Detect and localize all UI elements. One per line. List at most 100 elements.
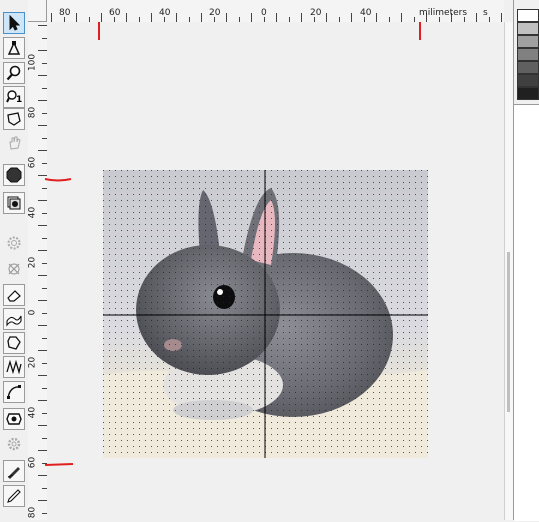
ruler-tick: [38, 475, 47, 476]
lasso-icon: [6, 335, 22, 351]
layers-tool-button[interactable]: [3, 192, 25, 214]
stamp-tool-button[interactable]: [3, 408, 25, 430]
left-ruler-label: 80: [27, 106, 38, 119]
ruler-tick: [38, 425, 47, 426]
octagon-icon: [6, 167, 22, 183]
left-ruler-label: 60: [27, 456, 38, 469]
color-palette: [513, 0, 539, 521]
ruler-tick: [38, 350, 47, 351]
ruler-tick: [276, 13, 277, 22]
bunny-photo[interactable]: [103, 170, 428, 458]
pencil-tool-button[interactable]: [3, 485, 25, 507]
polygon-select-tool-button[interactable]: [3, 108, 25, 130]
palette-panel: [514, 104, 539, 521]
toolbox: 1: [0, 0, 29, 520]
ruler-tick: [38, 275, 47, 276]
ruler-tick: [326, 13, 327, 22]
left-ruler-label: 20: [27, 356, 38, 369]
color-swatch[interactable]: [517, 87, 539, 100]
ruler-corner: [28, 0, 47, 22]
ribbon-icon: [6, 311, 22, 327]
magnifier-one-icon: 1: [6, 89, 22, 105]
ruler-tick: [38, 375, 47, 376]
guide-marker-top-right[interactable]: [417, 20, 423, 46]
ruler-tick: [38, 250, 47, 251]
color-swatch[interactable]: [517, 48, 539, 61]
top-ruler-label: 40: [360, 8, 372, 18]
color-swatch[interactable]: [517, 22, 539, 35]
left-ruler-label: 100: [27, 53, 38, 72]
shape-tool-button[interactable]: [3, 164, 25, 186]
scroll-thumb[interactable]: [507, 252, 510, 412]
ruler-tick: [301, 13, 302, 22]
top-ruler-label: 40: [159, 8, 171, 18]
ruler-tick: [151, 13, 152, 22]
drawing-canvas[interactable]: [47, 22, 504, 520]
transform-icon: [6, 261, 22, 277]
ribbon-tool-button[interactable]: [3, 308, 25, 330]
gear-outline-icon: [6, 235, 22, 251]
stacked-layers-icon: [6, 195, 22, 211]
left-ruler-label: 80: [27, 506, 38, 519]
ruler-tick: [76, 13, 77, 22]
ruler-tick: [501, 13, 502, 22]
eraser-icon: [6, 287, 22, 303]
gear-tool-button: [3, 232, 25, 254]
magnifier-icon: [6, 65, 22, 81]
left-ruler-label: 40: [27, 206, 38, 219]
guide-marker-left-top[interactable]: [44, 169, 72, 188]
left-ruler-label: 60: [27, 156, 38, 169]
ruler-unit-suffix: s: [483, 8, 488, 18]
guide-marker-left-bottom[interactable]: [44, 454, 74, 473]
pan-tool-button: [3, 132, 25, 154]
ruler-tick: [38, 200, 47, 201]
ruler-tick: [126, 13, 127, 22]
top-ruler-label: 20: [310, 8, 322, 18]
guide-marker-top-left[interactable]: [96, 20, 102, 46]
ruler-tick: [351, 13, 352, 22]
ruler-tick: [38, 400, 47, 401]
ruler-tick: [51, 13, 52, 22]
top-ruler[interactable]: 80 60 40 20 0 20 40 milimeters s: [47, 0, 504, 23]
left-ruler-label: 40: [27, 406, 38, 419]
eraser-tool-button[interactable]: [3, 284, 25, 306]
ruler-tick: [38, 50, 47, 51]
transform-tool-button: [3, 258, 25, 280]
ruler-tick: [176, 13, 177, 22]
color-swatch[interactable]: [517, 35, 539, 48]
ruler-tick: [376, 13, 377, 22]
gear-icon: [6, 436, 22, 452]
arrow-pointer-icon: [6, 15, 22, 31]
ruler-tick: [38, 100, 47, 101]
left-ruler[interactable]: 100 80 60 40 20 0 20 40 60 80: [28, 22, 48, 520]
zigzag-tool-button[interactable]: [3, 356, 25, 378]
ruler-tick: [38, 225, 47, 226]
lasso-tool-button[interactable]: [3, 332, 25, 354]
node-edit-tool-button[interactable]: [3, 37, 25, 59]
ruler-tick: [38, 325, 47, 326]
ruler-tick: [38, 125, 47, 126]
vertical-scrollbar[interactable]: [504, 22, 513, 520]
ruler-tick: [226, 13, 227, 22]
svg-text:1: 1: [16, 95, 22, 105]
zoom-actual-tool-button[interactable]: 1: [3, 86, 25, 108]
pointer-tool-button[interactable]: [3, 12, 25, 34]
pen-tool-button[interactable]: [3, 460, 25, 482]
ruler-unit-label: milimeters: [419, 8, 468, 18]
ruler-tick: [38, 150, 47, 151]
left-ruler-label: 0: [27, 309, 38, 316]
top-ruler-label: 20: [209, 8, 221, 18]
left-ruler-label: 20: [27, 256, 38, 269]
top-ruler-label: 0: [261, 8, 267, 18]
ruler-tick: [251, 13, 252, 22]
ruler-tick: [401, 13, 402, 22]
ruler-tick: [38, 300, 47, 301]
zoom-tool-button[interactable]: [3, 62, 25, 84]
color-swatch[interactable]: [517, 9, 539, 22]
hand-icon: [6, 135, 22, 151]
color-swatch[interactable]: [517, 74, 539, 87]
curve-tool-button[interactable]: [3, 381, 25, 403]
pen-icon: [6, 463, 22, 479]
color-swatch[interactable]: [517, 61, 539, 74]
node-edit-icon: [6, 40, 22, 56]
